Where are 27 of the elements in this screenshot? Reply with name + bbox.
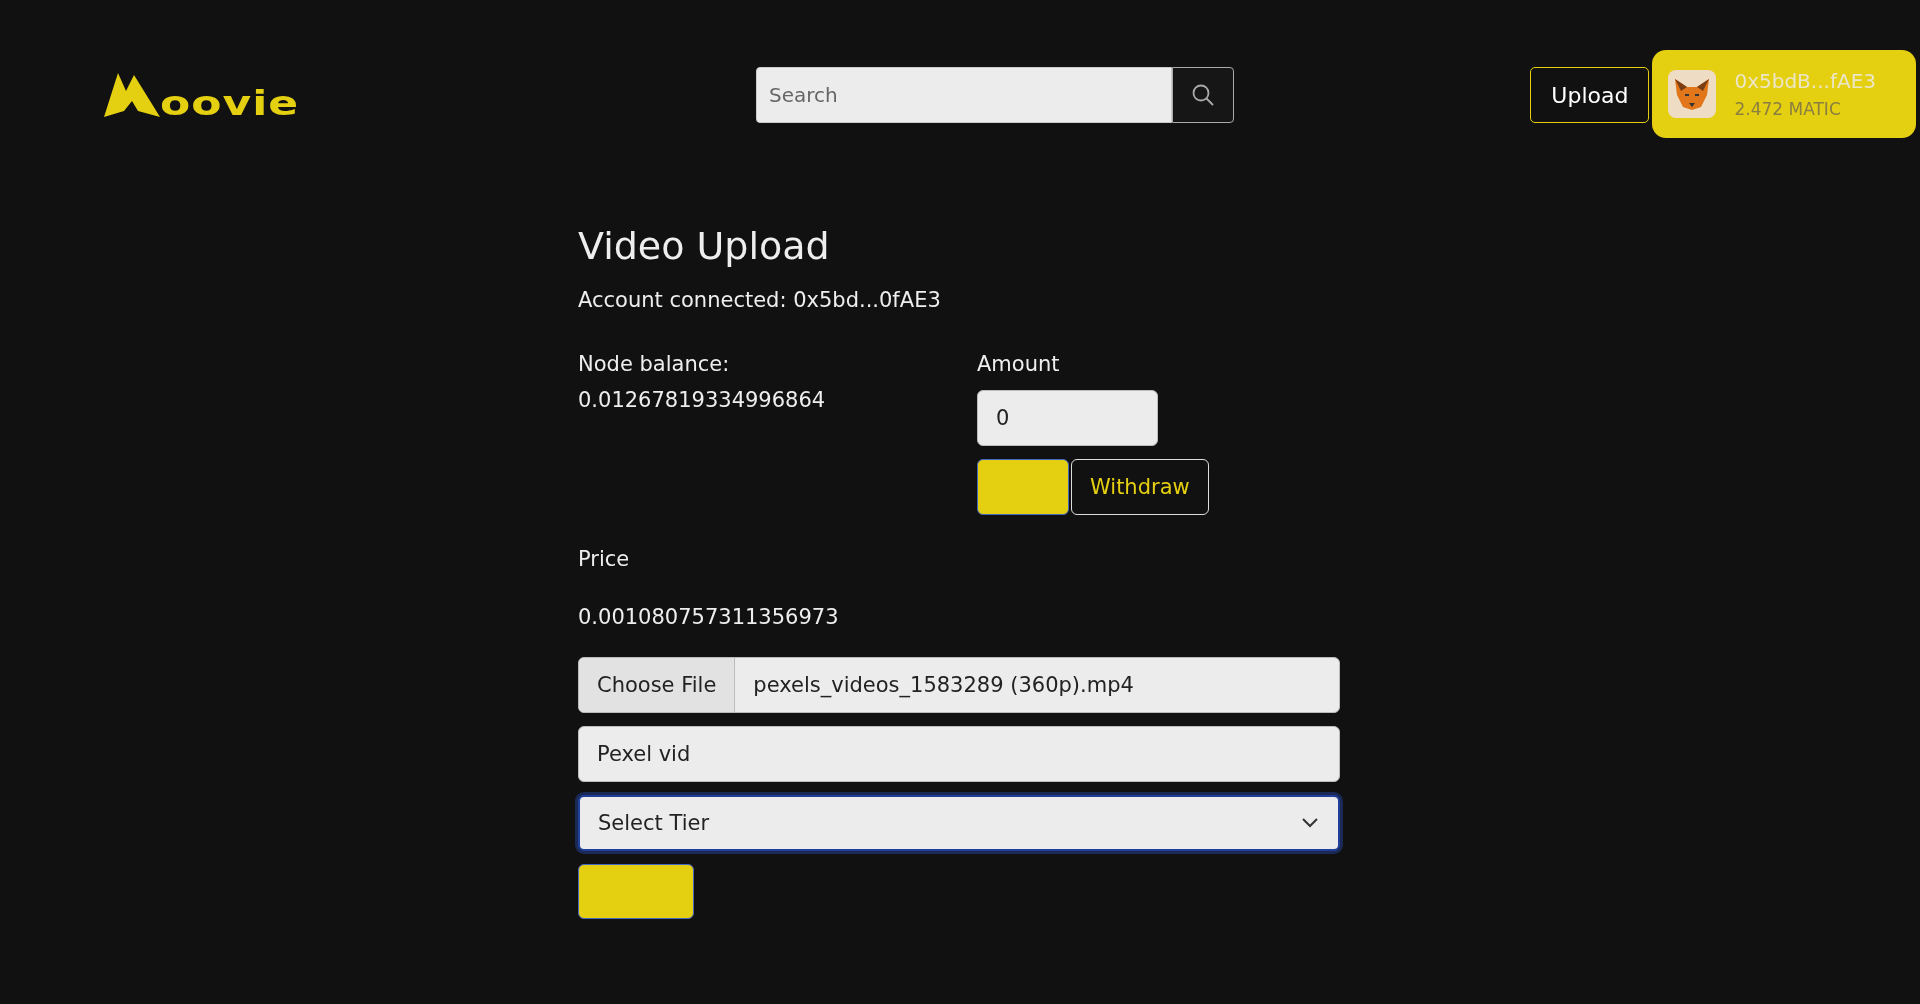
- amount-label: Amount: [977, 351, 1061, 378]
- node-balance-label: Node balance:: [578, 351, 731, 378]
- logo-text: oovie: [160, 89, 300, 119]
- search-field[interactable]: Search: [756, 67, 1172, 123]
- price-value: 0.001080757311356973: [578, 604, 840, 631]
- deposit-button[interactable]: [977, 459, 1069, 515]
- submit-button[interactable]: [578, 864, 694, 919]
- file-input[interactable]: Choose File pexels_videos_1583289 (360p).mp4: [578, 657, 1340, 713]
- tier-select[interactable]: Select Tier: [578, 795, 1340, 851]
- price-label: Price: [578, 546, 631, 573]
- file-name: pexels_videos_1583289 (360p).mp4: [752, 672, 1134, 700]
- page-title: Video Upload: [578, 223, 831, 270]
- wallet-address: 0x5bdB...fAE3: [1734, 69, 1876, 93]
- tier-select-value: Select Tier: [598, 811, 710, 835]
- node-balance-value: 0.01267819334996864: [578, 387, 827, 414]
- choose-file-button[interactable]: Choose File: [579, 658, 736, 712]
- withdraw-button[interactable]: Withdraw: [1071, 459, 1209, 515]
- upload-button[interactable]: Upload: [1530, 67, 1650, 123]
- logo-mark-icon: [104, 71, 160, 119]
- fox-avatar-icon: [1668, 70, 1717, 118]
- account-text: Account connected: 0x5bd...0fAE3: [578, 287, 942, 314]
- search-icon: [1191, 83, 1215, 107]
- chevron-down-icon: [1302, 818, 1318, 828]
- video-name-field[interactable]: Pexel vid: [578, 726, 1340, 782]
- search-button[interactable]: [1172, 67, 1234, 123]
- amount-field[interactable]: 0: [977, 390, 1158, 446]
- wallet-balance: 2.472 MATIC: [1734, 99, 1842, 119]
